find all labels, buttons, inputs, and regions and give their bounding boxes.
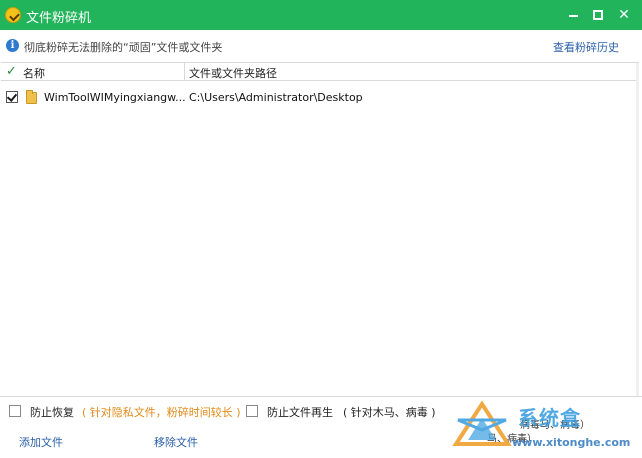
maximize-icon [593, 10, 603, 20]
minimize-button[interactable] [563, 5, 583, 25]
column-header-name[interactable]: 名称 [23, 65, 45, 81]
prevent-regeneration-label[interactable]: 防止文件再生 [267, 404, 333, 420]
table-header: ✓ 名称 文件或文件夹路径 [1, 63, 637, 81]
column-header-path[interactable]: 文件或文件夹路径 [189, 65, 277, 81]
app-icon [5, 7, 21, 23]
title-bar: 文件粉碎机 ✕ [0, 0, 642, 30]
info-bar: i 彻底粉碎无法删除的“顽固”文件或文件夹 查看粉碎历史 [0, 30, 642, 62]
row-checkbox[interactable] [6, 91, 18, 103]
close-button[interactable]: ✕ [614, 5, 634, 25]
column-divider[interactable] [184, 63, 185, 81]
remove-file-button[interactable]: 移除文件 [154, 434, 198, 450]
add-file-button[interactable]: 添加文件 [19, 434, 63, 450]
folder-icon [26, 90, 37, 104]
prevent-recovery-label[interactable]: 防止恢复 [30, 404, 74, 420]
prevent-recovery-checkbox[interactable] [9, 405, 21, 417]
vertical-scrollbar[interactable] [636, 63, 639, 397]
watermark-brand: 系统盒 [518, 406, 581, 430]
prevent-recovery-note: ( 针对隐私文件，粉碎时间较长 ) [82, 406, 241, 419]
prevent-regeneration-note: ( 针对木马、病毒 ) [343, 406, 436, 419]
window-title: 文件粉碎机 [26, 11, 92, 26]
maximize-button[interactable] [588, 5, 608, 25]
row-path: C:\Users\Administrator\Desktop [189, 91, 363, 104]
watermark-url: www.xitonghe.com [512, 436, 631, 449]
info-text: 彻底粉碎无法删除的“顽固”文件或文件夹 [24, 41, 223, 54]
watermark: 系统盒 www.xitonghe.com [452, 398, 638, 456]
table-row[interactable]: WimToolWIMyingxiangw... C:\Users\Adminis… [1, 88, 631, 108]
prevent-regeneration-checkbox[interactable] [246, 405, 258, 417]
minimize-icon [568, 15, 578, 17]
file-table: ✓ 名称 文件或文件夹路径 WimToolWIMyingxiangw... C:… [1, 62, 639, 397]
watermark-logo-icon [452, 400, 512, 446]
view-history-link[interactable]: 查看粉碎历史 [553, 39, 619, 55]
info-icon: i [6, 39, 19, 52]
row-name: WimToolWIMyingxiangw... [44, 91, 186, 104]
select-all-checkbox[interactable]: ✓ [6, 65, 18, 78]
